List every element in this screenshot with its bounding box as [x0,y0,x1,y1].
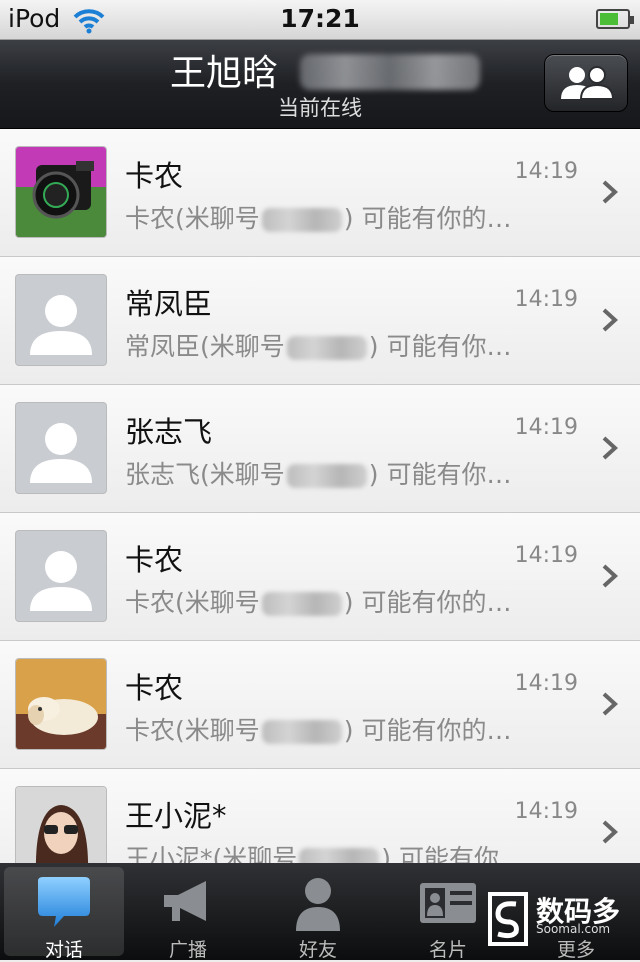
message-preview: 卡农(米聊号) 可能有你的… [125,588,512,617]
message-time: 14:19 [514,159,578,184]
chevron-right-icon [602,692,618,716]
chat-bubble-icon [38,877,90,927]
tab-broadcast[interactable]: 广播 [128,867,248,961]
contact-name: 卡农 [125,671,184,705]
message-time: 14:19 [514,671,578,696]
redacted-id [286,464,367,488]
message-preview: 常凤臣(米聊号) 可能有你… [125,332,512,361]
watermark-sub: Soomal.com [536,922,611,936]
contacts-button[interactable] [544,54,628,112]
redacted-id [261,208,342,232]
message-time: 14:19 [514,415,578,440]
conversation-row[interactable]: 卡农 14:19 卡农(米聊号) 可能有你的… [0,129,640,257]
default-avatar-icon [16,275,106,365]
redacted-id [286,336,367,360]
tab-label: 对话 [44,939,83,961]
redacted-id [261,592,342,616]
chevron-right-icon [602,564,618,588]
message-time: 14:19 [514,287,578,312]
chevron-right-icon [602,436,618,460]
contact-name: 王小泥* [125,799,227,833]
redacted-id [300,54,480,90]
default-avatar-icon [16,531,106,621]
redacted-id [261,720,342,744]
card-icon [420,883,476,923]
nav-header: 王旭晗 当前在线 [0,40,640,129]
group-icon [561,66,615,100]
contact-name: 张志飞 [125,415,213,449]
battery-icon [596,9,634,29]
watermark-icon [488,892,528,946]
avatar [16,147,106,237]
status-time: 17:21 [280,4,360,33]
conversation-row[interactable]: 王小泥* 14:19 王小泥*(米聊号) 可能有你… [0,769,640,863]
conversation-list: 卡农 14:19 卡农(米聊号) 可能有你的… 常凤臣 14:19 常凤臣(米聊… [0,129,640,863]
message-preview: 张志飞(米聊号) 可能有你… [125,460,512,489]
conversation-row[interactable]: 卡农 14:19 卡农(米聊号) 可能有你的… [0,641,640,769]
chevron-right-icon [602,180,618,204]
page-title: 王旭晗 [170,53,279,94]
message-preview: 卡农(米聊号) 可能有你的… [125,204,512,233]
contact-name: 常凤臣 [125,287,213,321]
tab-label: 广播 [168,939,207,961]
message-time: 14:19 [514,799,578,824]
message-preview: 卡农(米聊号) 可能有你的… [125,716,512,745]
watermark-logo: 数码多 Soomal.com [484,890,634,950]
chevron-right-icon [602,308,618,332]
chevron-right-icon [602,820,618,844]
tab-label: 好友 [298,939,337,961]
contact-name: 卡农 [125,159,184,193]
conversation-row[interactable]: 张志飞 14:19 张志飞(米聊号) 可能有你… [0,385,640,513]
redacted-id [299,848,380,863]
default-avatar-icon [16,403,106,493]
contact-name: 卡农 [125,543,184,577]
megaphone-icon [164,881,206,921]
conversation-row[interactable]: 卡农 14:19 卡农(米聊号) 可能有你的… [0,513,640,641]
conversation-row[interactable]: 常凤臣 14:19 常凤臣(米聊号) 可能有你… [0,257,640,385]
avatar [16,787,106,863]
message-time: 14:19 [514,543,578,568]
status-bar: iPod 17:21 [0,0,640,40]
tab-friends[interactable]: 好友 [258,867,378,961]
message-preview: 王小泥*(米聊号) 可能有你… [125,839,524,863]
tab-chat[interactable]: 对话 [4,867,124,961]
avatar [16,659,106,749]
person-icon [296,878,340,931]
